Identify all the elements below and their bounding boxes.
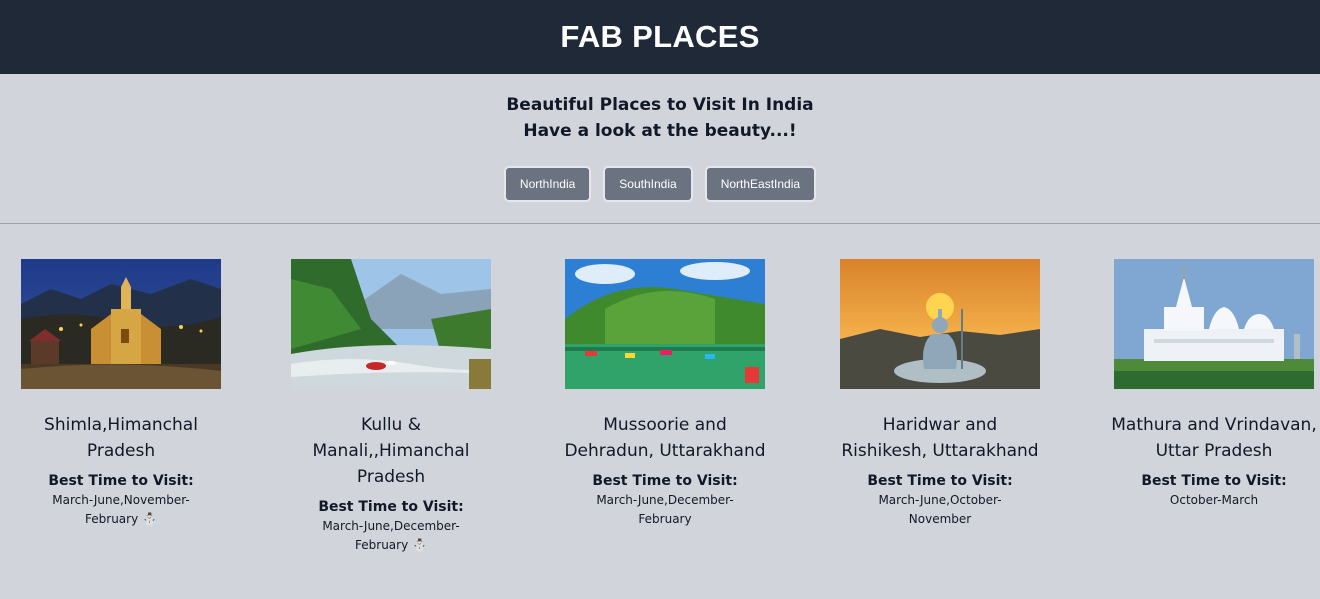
lake-boats-photo bbox=[565, 259, 765, 389]
place-card: Shimla,Himanchal Pradesh Best Time to Vi… bbox=[0, 259, 242, 529]
site-header: FAB PLACES bbox=[0, 0, 1320, 74]
place-card: Haridwar and Rishikesh, Uttarakhand Best… bbox=[819, 259, 1061, 529]
best-time-label: Best Time to Visit: bbox=[867, 473, 1013, 489]
northeast-india-button[interactable]: NorthEastIndia bbox=[706, 168, 815, 200]
white-temple-photo bbox=[1114, 259, 1314, 389]
region-filter: NorthIndia SouthIndia NorthEastIndia bbox=[0, 168, 1320, 200]
best-time-label: Best Time to Visit: bbox=[318, 499, 464, 515]
places-grid: Shimla,Himanchal Pradesh Best Time to Vi… bbox=[0, 259, 1320, 599]
best-time-value: October-March bbox=[1169, 493, 1259, 507]
snowman-icon: ⛄ bbox=[142, 512, 157, 526]
intro-section: Beautiful Places to Visit In India Have … bbox=[0, 74, 1320, 200]
river-valley-photo bbox=[291, 259, 491, 389]
best-time-label: Best Time to Visit: bbox=[1141, 473, 1287, 489]
intro-heading: Beautiful Places to Visit In India bbox=[506, 95, 814, 115]
section-divider bbox=[0, 223, 1320, 224]
best-time-label: Best Time to Visit: bbox=[592, 473, 738, 489]
place-name: Haridwar and Rishikesh, Uttarakhand bbox=[841, 415, 1039, 461]
shiva-statue-sunset-photo bbox=[840, 259, 1040, 389]
place-name: Mussoorie and Dehradun, Uttarakhand bbox=[564, 415, 766, 461]
best-time-label: Best Time to Visit: bbox=[48, 473, 194, 489]
snowman-icon: ⛄ bbox=[412, 538, 427, 552]
place-card: Kullu & Manali,,Himanchal Pradesh Best T… bbox=[270, 259, 512, 555]
place-card: Mathura and Vrindavan, Uttar Pradesh Bes… bbox=[1093, 259, 1320, 510]
place-name: Shimla,Himanchal Pradesh bbox=[44, 415, 198, 461]
place-name: Mathura and Vrindavan, Uttar Pradesh bbox=[1111, 415, 1317, 461]
site-title: FAB PLACES bbox=[560, 19, 760, 54]
best-time-value: March-June,December- February bbox=[596, 493, 734, 526]
best-time-value: March-June,October- November bbox=[878, 493, 1002, 526]
intro-subheading: Have a look at the beauty...! bbox=[523, 121, 797, 141]
place-card: Mussoorie and Dehradun, Uttarakhand Best… bbox=[544, 259, 786, 529]
place-name: Kullu & Manali,,Himanchal Pradesh bbox=[312, 415, 470, 487]
north-india-button[interactable]: NorthIndia bbox=[505, 168, 590, 200]
best-time-value: March-June,December- February ⛄ bbox=[322, 519, 460, 552]
church-night-photo bbox=[21, 259, 221, 389]
best-time-value: March-June,November- February ⛄ bbox=[52, 493, 190, 526]
south-india-button[interactable]: SouthIndia bbox=[605, 168, 691, 200]
